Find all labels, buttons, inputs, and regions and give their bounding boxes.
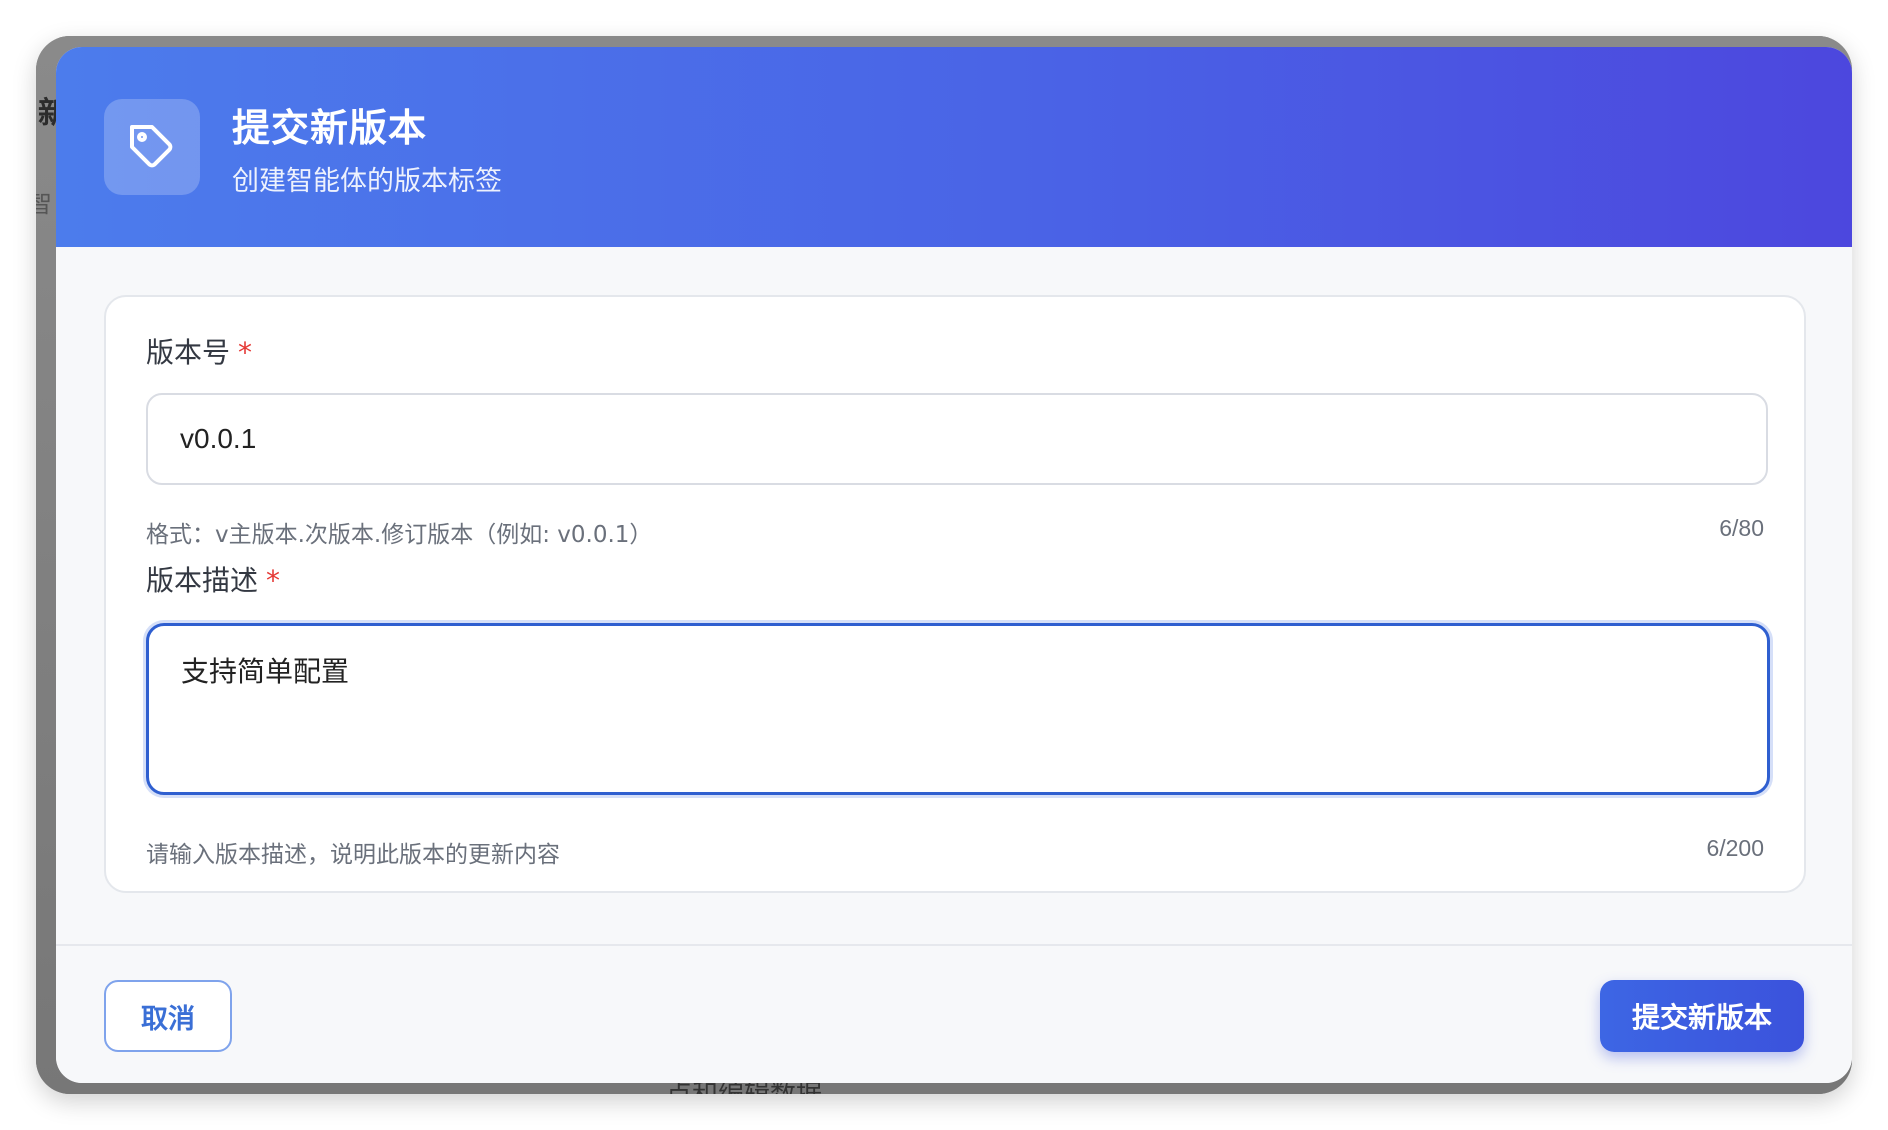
description-hint: 请输入版本描述，说明此版本的更新内容 [146,842,560,868]
form-card: 版本号 * v0.0.1 格式：v主版本.次版本.修订版本（例如: v0.0.1）… [104,295,1806,893]
description-char-counter: 6/200 [1706,835,1764,861]
dialog-title: 提交新版本 [232,106,428,150]
version-hint: 格式：v主版本.次版本.修订版本（例如: v0.0.1） [146,522,653,548]
version-char-counter: 6/80 [1719,515,1764,541]
submit-version-button[interactable]: 提交新版本 [1600,980,1804,1052]
submit-version-dialog: 提交新版本 创建智能体的版本标签 版本号 * v0.0.1 格式：v主版本.次版本… [56,47,1852,1083]
version-input[interactable]: v0.0.1 [146,393,1768,485]
dialog-header: 提交新版本 创建智能体的版本标签 [56,47,1852,247]
tag-icon [104,99,200,195]
background-partial-text: 智 [36,190,52,218]
description-textarea[interactable]: 支持简单配置 [146,623,1770,795]
dialog-subtitle: 创建智能体的版本标签 [232,166,502,197]
cancel-button[interactable]: 取消 [104,980,232,1052]
description-label: 版本描述 * [146,564,281,597]
required-mark: * [238,336,253,369]
version-label: 版本号 * [146,336,253,369]
required-mark: * [266,564,281,597]
dialog-footer: 取消 提交新版本 [56,944,1852,1083]
